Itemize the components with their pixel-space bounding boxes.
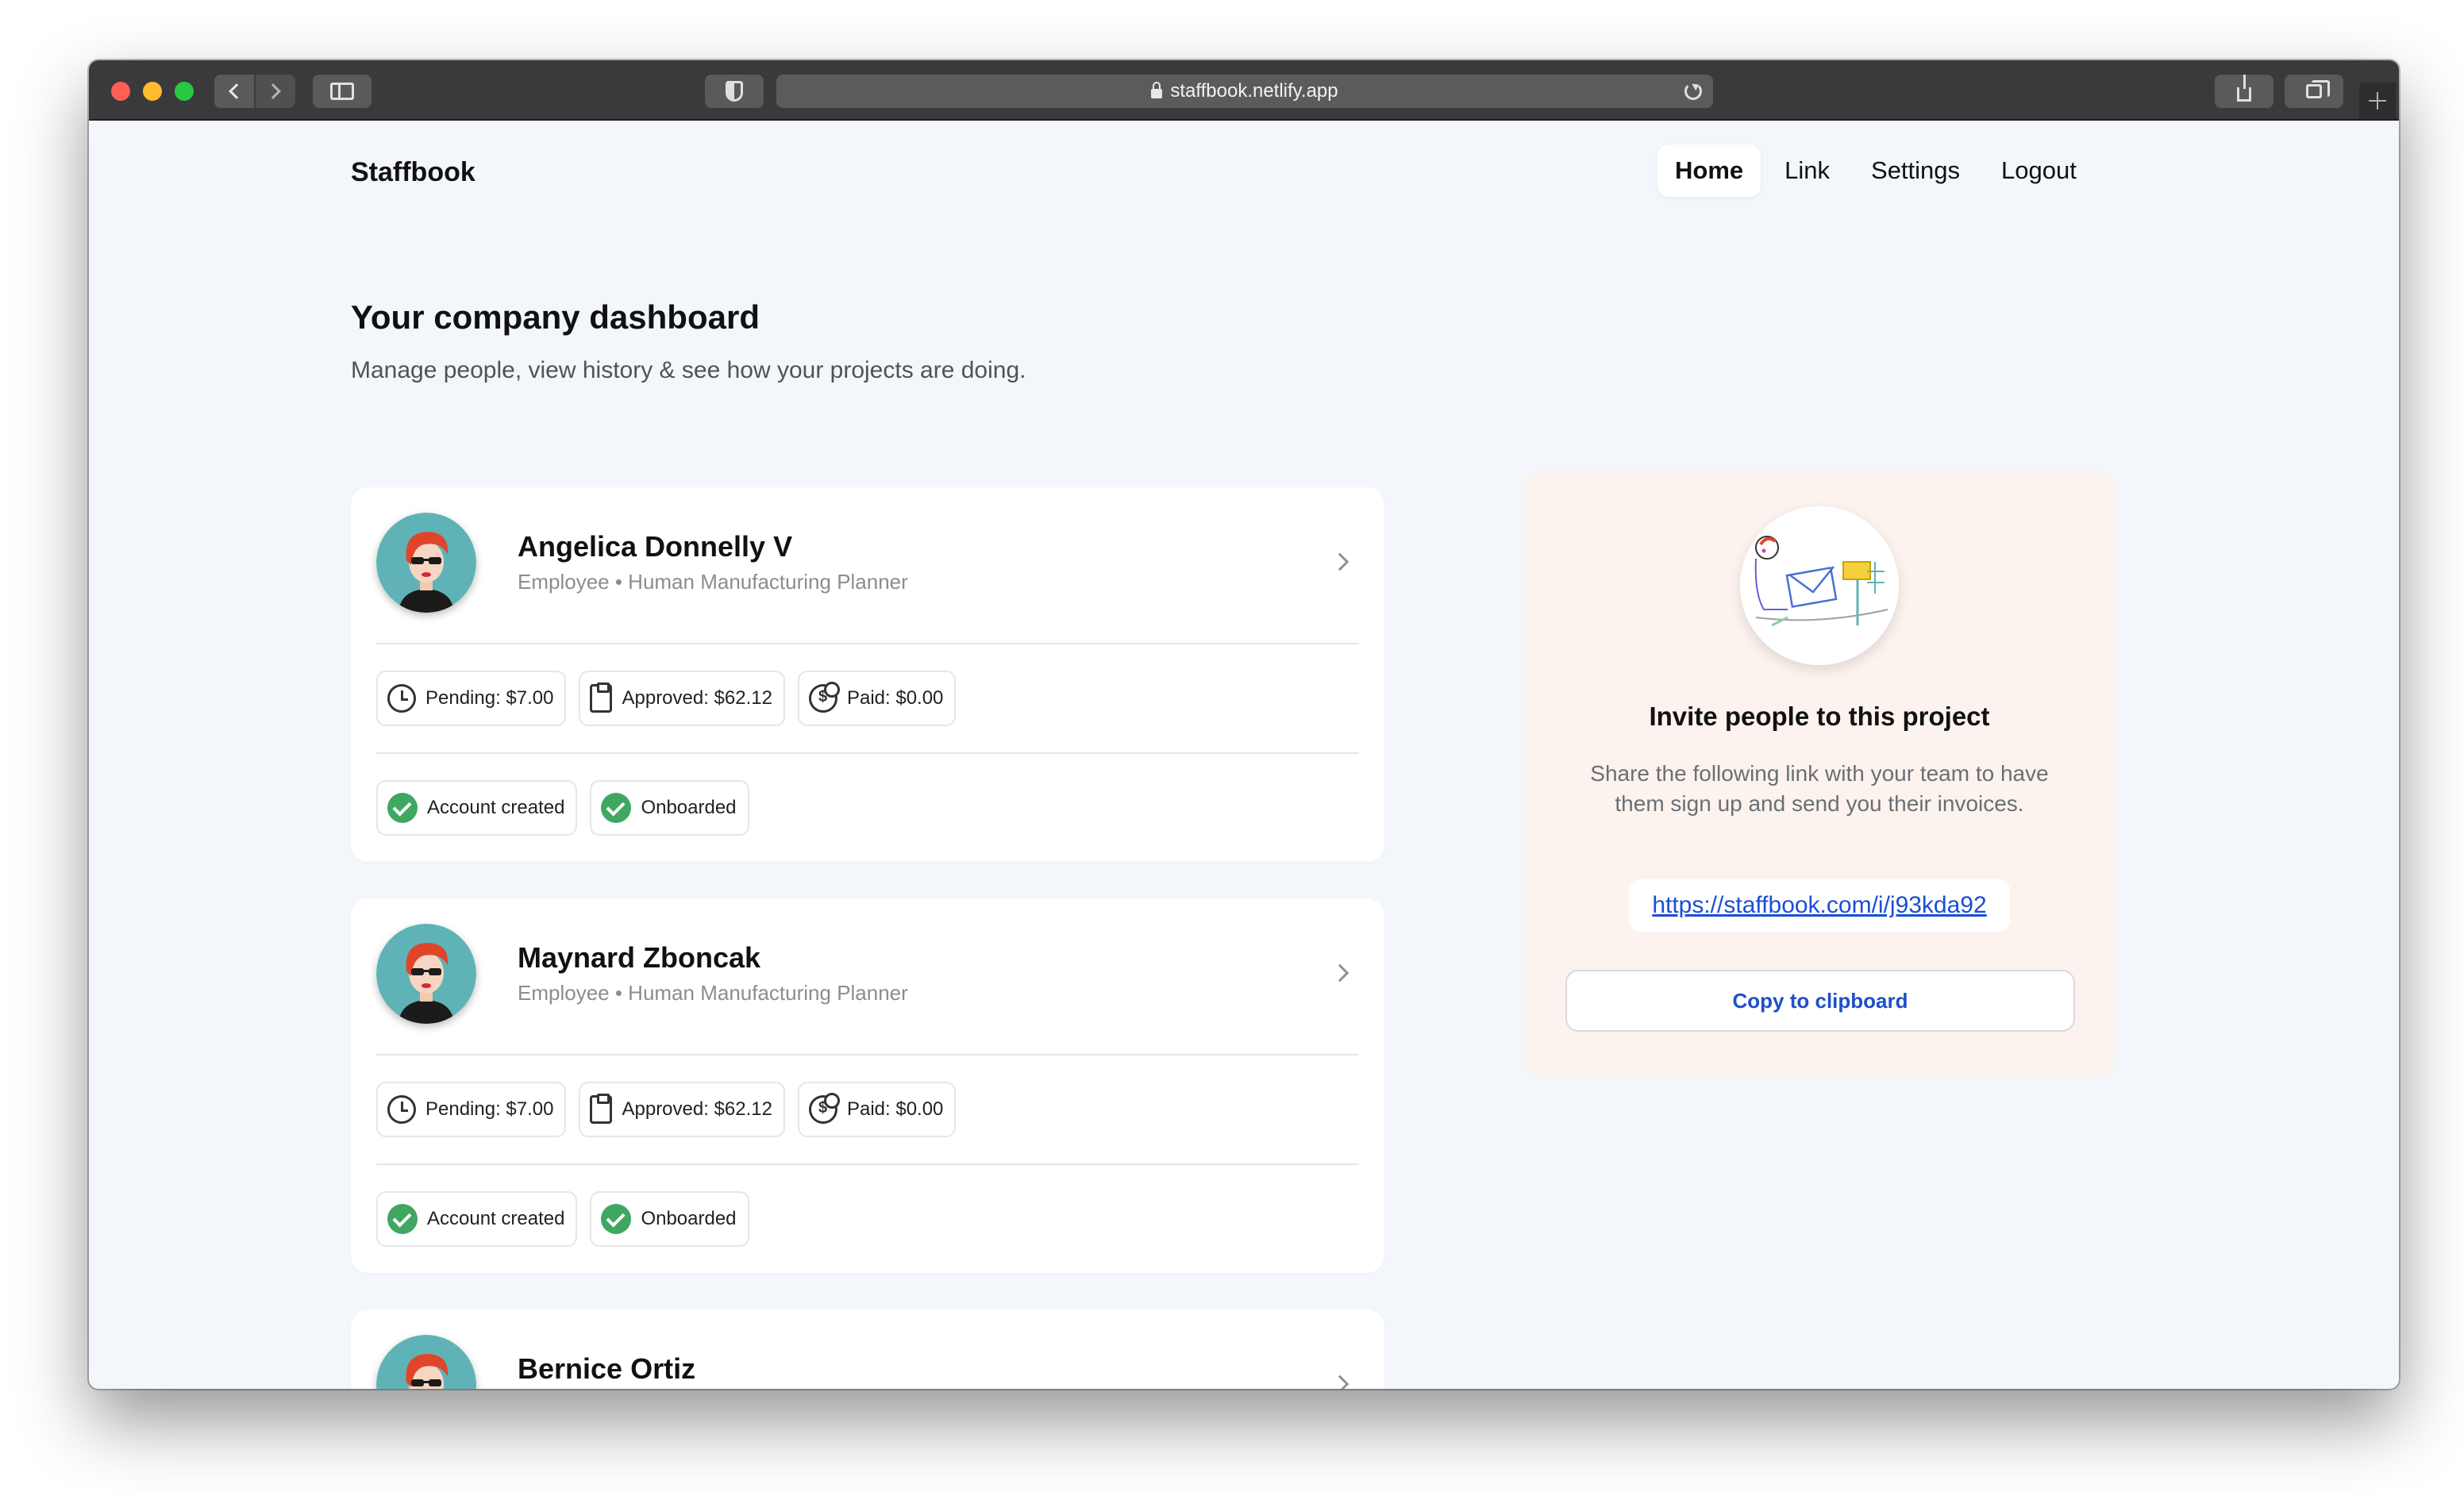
chevron-right-icon — [265, 83, 281, 99]
employee-name: Maynard Zboncak — [518, 941, 761, 974]
browser-toolbar: staffbook.netlify.app — [89, 60, 2399, 121]
url-text: staffbook.netlify.app — [1170, 80, 1338, 102]
close-window-button[interactable] — [111, 82, 130, 101]
brand-logo[interactable]: Staffbook — [351, 157, 475, 188]
employee-card-header[interactable]: Bernice Ortiz Employee • Human Manufactu… — [351, 1309, 1384, 1389]
copy-to-clipboard-button[interactable]: Copy to clipboard — [1565, 970, 2075, 1032]
pending-chip: Pending: $7.00 — [376, 1082, 567, 1137]
new-tab-button[interactable] — [2359, 83, 2396, 119]
tab-overview-button[interactable] — [2285, 75, 2343, 108]
payment-chips: Pending: $7.00 Approved: $62.12 Paid: $0… — [351, 644, 1384, 752]
avatar — [376, 513, 476, 613]
coins-icon — [808, 682, 840, 713]
share-button[interactable] — [2215, 75, 2273, 108]
paid-amount: Paid: $0.00 — [846, 687, 944, 709]
payment-chips: Pending: $7.00 Approved: $62.12 Paid: $0… — [351, 1056, 1384, 1163]
status-badge: Account created — [376, 1191, 578, 1247]
page-content: Staffbook Home Link Settings Logout Your… — [89, 122, 2399, 1389]
status-chips: Account created Onboarded — [351, 754, 1384, 862]
privacy-report-button[interactable] — [705, 75, 764, 108]
chevron-right-icon[interactable] — [1330, 552, 1349, 571]
pending-amount: Pending: $7.00 — [425, 1098, 554, 1120]
chevron-right-icon[interactable] — [1330, 1375, 1349, 1389]
clipboard-icon — [590, 683, 613, 713]
check-circle-icon — [387, 793, 418, 823]
check-circle-icon — [601, 793, 632, 823]
lock-icon — [1151, 82, 1163, 98]
status-badge: Account created — [376, 780, 578, 836]
page-title: Your company dashboard — [351, 298, 760, 336]
status-badge: Onboarded — [590, 1191, 749, 1247]
clock-icon — [387, 1095, 416, 1124]
status-badge: Onboarded — [590, 780, 749, 836]
avatar — [376, 1335, 476, 1389]
status-label: Account created — [427, 1208, 565, 1229]
shield-icon — [726, 81, 743, 102]
invite-description: Share the following link with your team … — [1590, 761, 2049, 816]
employee-name: Angelica Donnelly V — [518, 530, 793, 563]
pending-chip: Pending: $7.00 — [376, 671, 567, 726]
approved-amount: Approved: $62.12 — [622, 687, 772, 709]
share-icon — [2237, 75, 2251, 102]
sidebar-icon — [330, 83, 354, 100]
employee-name: Bernice Ortiz — [518, 1352, 696, 1385]
employee-card-header[interactable]: Angelica Donnelly V Employee • Human Man… — [351, 487, 1384, 643]
status-label: Onboarded — [641, 1208, 737, 1229]
zoom-window-button[interactable] — [175, 82, 194, 101]
forward-button[interactable] — [256, 75, 295, 108]
status-label: Account created — [427, 797, 565, 818]
invite-title: Invite people to this project — [1649, 702, 1990, 731]
paid-chip: Paid: $0.00 — [797, 1082, 957, 1137]
reload-icon[interactable] — [1684, 83, 1702, 100]
employee-card[interactable]: Angelica Donnelly V Employee • Human Man… — [351, 487, 1384, 862]
back-button[interactable] — [214, 75, 254, 108]
check-circle-icon — [601, 1204, 632, 1234]
status-label: Onboarded — [641, 797, 737, 818]
nav-home[interactable]: Home — [1657, 144, 1761, 197]
invite-illustration — [1740, 506, 1899, 665]
address-bar[interactable]: staffbook.netlify.app — [776, 75, 1713, 108]
plus-icon — [2369, 92, 2386, 110]
invite-link[interactable]: https://staffbook.com/i/j93kda92 — [1629, 879, 2010, 932]
minimize-window-button[interactable] — [143, 82, 162, 101]
nav-link[interactable]: Link — [1767, 144, 1847, 197]
check-circle-icon — [387, 1204, 418, 1234]
invite-panel: Invite people to this project Share the … — [1524, 471, 2115, 1076]
approved-amount: Approved: $62.12 — [622, 1098, 772, 1120]
browser-window: staffbook.netlify.app Staffbook Home Lin… — [89, 60, 2399, 1389]
paid-amount: Paid: $0.00 — [846, 1098, 944, 1120]
sidebar-toggle-button[interactable] — [313, 75, 372, 108]
clock-icon — [387, 684, 416, 713]
chevron-left-icon — [229, 83, 244, 99]
nav-logout[interactable]: Logout — [1984, 144, 2094, 197]
status-chips: Account created Onboarded — [351, 1165, 1384, 1273]
employee-role: Employee • Human Manufacturing Planner — [518, 570, 908, 594]
tabs-icon — [2306, 80, 2330, 98]
clipboard-icon — [590, 1094, 613, 1124]
employee-role: Employee • Human Manufacturing Planner — [518, 981, 908, 1005]
employee-card[interactable]: Bernice Ortiz Employee • Human Manufactu… — [351, 1309, 1384, 1389]
employee-card[interactable]: Maynard Zboncak Employee • Human Manufac… — [351, 898, 1384, 1273]
top-navigation: Home Link Settings Logout — [1657, 144, 2094, 197]
avatar — [376, 924, 476, 1024]
pending-amount: Pending: $7.00 — [425, 687, 554, 709]
page-subtitle: Manage people, view history & see how yo… — [351, 357, 1026, 383]
approved-chip: Approved: $62.12 — [579, 1082, 785, 1137]
approved-chip: Approved: $62.12 — [579, 671, 785, 726]
coins-icon — [808, 1093, 840, 1124]
nav-settings[interactable]: Settings — [1854, 144, 1977, 197]
chevron-right-icon[interactable] — [1330, 963, 1349, 982]
paid-chip: Paid: $0.00 — [797, 671, 957, 726]
employee-card-header[interactable]: Maynard Zboncak Employee • Human Manufac… — [351, 898, 1384, 1054]
